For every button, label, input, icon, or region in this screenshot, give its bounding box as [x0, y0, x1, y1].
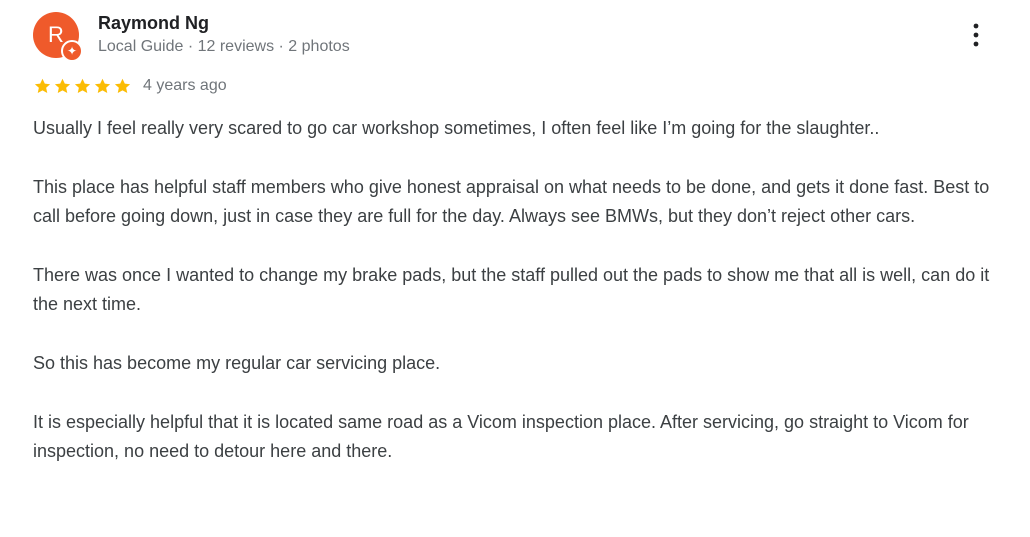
review-date: 4 years ago [143, 77, 227, 94]
review-card: R ✦ Raymond Ng Local Guide · 12 reviews … [0, 0, 1030, 537]
review-paragraph: This place has helpful staff members who… [33, 177, 990, 226]
reviewer-avatar[interactable]: R ✦ [33, 12, 83, 62]
review-paragraph: There was once I wanted to change my bra… [33, 265, 990, 314]
star-icon [114, 78, 131, 93]
star-icon [74, 78, 91, 93]
review-paragraph: Usually I feel really very scared to go … [33, 118, 880, 138]
reviewer-meta: Local Guide · 12 reviews · 2 photos [98, 38, 350, 55]
rating-row: 4 years ago [33, 74, 227, 98]
star-icon [34, 78, 51, 93]
local-guide-badge-icon: ✦ [61, 40, 83, 62]
star-icon [94, 78, 111, 93]
more-vert-icon [973, 23, 979, 47]
review-text: Usually I feel really very scared to go … [33, 114, 1003, 496]
review-paragraph: It is especially helpful that it is loca… [33, 412, 969, 461]
more-options-button[interactable] [962, 17, 990, 53]
review-paragraph: So this has become my regular car servic… [33, 353, 441, 373]
reviewer-name[interactable]: Raymond Ng [98, 11, 209, 35]
star-rating [33, 77, 132, 96]
star-icon [54, 78, 71, 93]
